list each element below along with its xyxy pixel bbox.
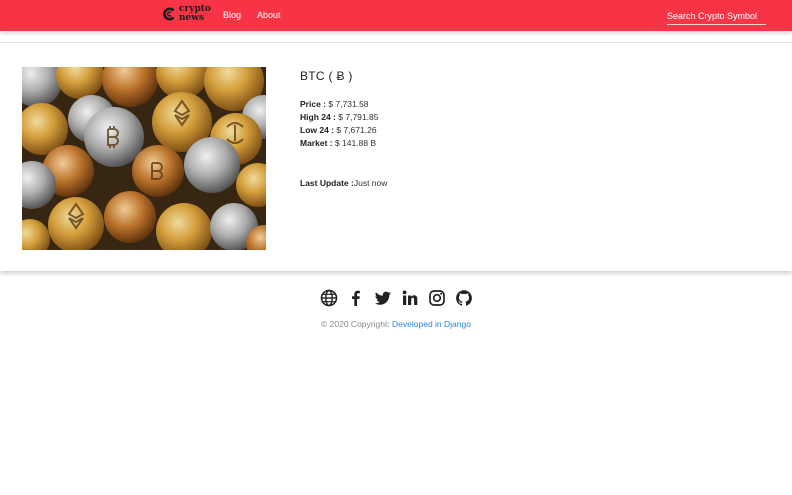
instagram-icon[interactable] [428, 289, 446, 307]
coin-card: BTC ( Ƀ ) Price : $ 7,731.58 High 24 : $… [0, 43, 792, 271]
copyright-text: © 2020 Copyright: [321, 319, 393, 329]
brand-line-2: news [179, 13, 205, 23]
last-update-label: Last Update : [300, 178, 354, 188]
github-icon[interactable] [455, 289, 473, 307]
market-row: Market : $ 141.88 B [300, 138, 376, 148]
price-value: $ 7,731.58 [326, 99, 369, 109]
twitter-icon[interactable] [374, 289, 392, 307]
high-24-label: High 24 : [300, 112, 336, 122]
globe-icon[interactable] [320, 289, 338, 307]
nav-link-about[interactable]: About [257, 10, 281, 20]
search-input[interactable] [667, 8, 766, 25]
low-24-label: Low 24 : [300, 125, 335, 135]
brand-name: crypto news [179, 5, 211, 23]
coin-image [22, 67, 266, 250]
brand-logo[interactable]: crypto news [162, 5, 211, 23]
footer-copyright: © 2020 Copyright: Developed in Django [0, 319, 792, 329]
nav-link-blog[interactable]: Blog [223, 10, 241, 20]
crypto-logo-icon [163, 7, 175, 21]
social-links [0, 289, 792, 307]
coins-photo [22, 67, 266, 250]
developed-in-django-link[interactable]: Developed in Django [392, 319, 471, 329]
low-24-value: $ 7,671.26 [334, 125, 377, 135]
high-24-value: $ 7,791.85 [335, 112, 379, 122]
market-value: $ 141.88 B [332, 138, 377, 148]
linkedin-icon[interactable] [401, 289, 419, 307]
low-24-row: Low 24 : $ 7,671.26 [300, 125, 377, 135]
market-label: Market : [300, 138, 333, 148]
coin-title: BTC ( Ƀ ) [300, 69, 353, 83]
last-update-value: Just now [353, 178, 388, 188]
last-update-row: Last Update :Just now [300, 178, 387, 188]
facebook-icon[interactable] [347, 289, 365, 307]
top-navbar: crypto news Blog About [0, 0, 792, 31]
price-row: Price : $ 7,731.58 [300, 99, 369, 109]
price-label: Price : [300, 99, 326, 109]
high-24-row: High 24 : $ 7,791.85 [300, 112, 378, 122]
